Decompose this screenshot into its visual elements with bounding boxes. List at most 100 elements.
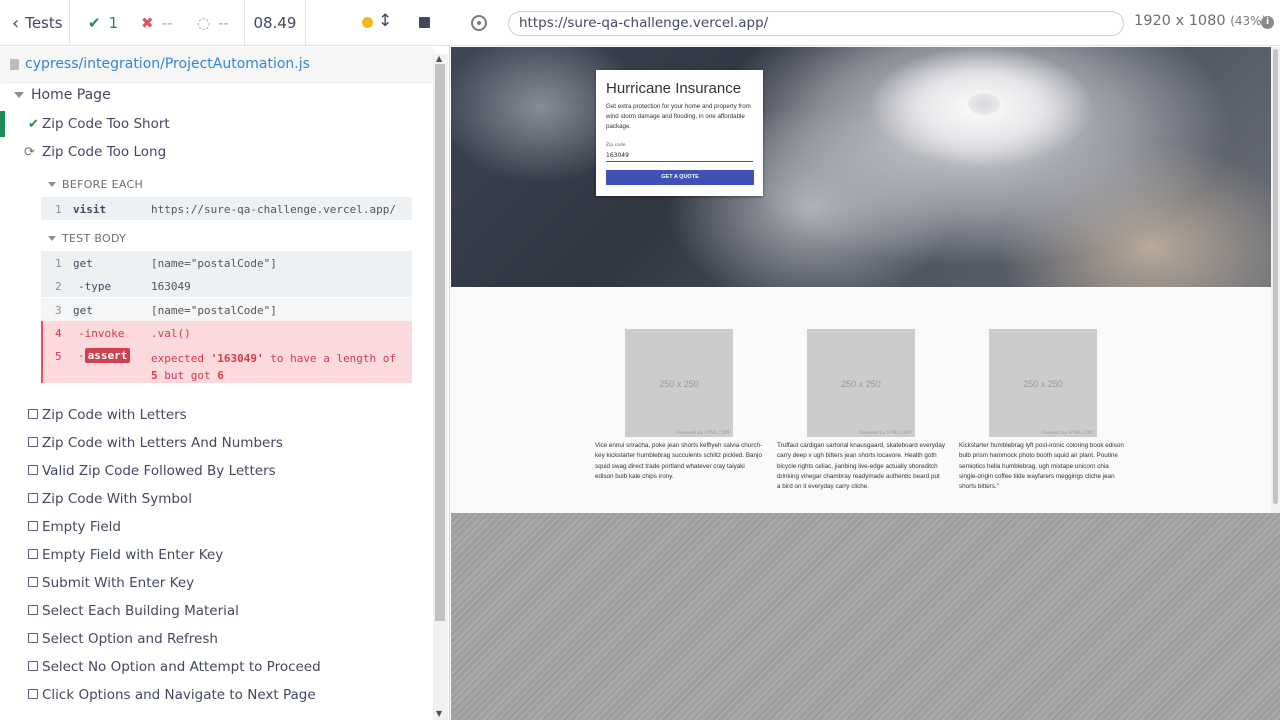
failed-count: -- bbox=[161, 14, 173, 32]
suite-title-label: Home Page bbox=[31, 87, 111, 103]
test-item[interactable]: Click Options and Navigate to Next Page bbox=[0, 682, 432, 708]
test-body-title[interactable]: TEST BODY bbox=[48, 232, 126, 245]
test-label: Valid Zip Code Followed By Letters bbox=[42, 463, 276, 479]
placeholder-image: 250 x 250 Powered by HTML.COM bbox=[807, 329, 915, 437]
zip-code-input[interactable]: 163049 bbox=[606, 150, 753, 162]
test-label: Click Options and Navigate to Next Page bbox=[42, 687, 316, 703]
assert-length: 5 bbox=[151, 369, 158, 382]
test-label: Zip Code With Symbol bbox=[42, 491, 192, 507]
command-row-failed[interactable]: 4 -invoke .val() bbox=[41, 321, 412, 344]
test-label: Select No Option and Attempt to Proceed bbox=[42, 659, 321, 675]
passed-count: 1 bbox=[108, 14, 119, 32]
test-item[interactable]: Select No Option and Attempt to Proceed bbox=[0, 654, 432, 680]
test-label: Zip Code with Letters bbox=[42, 407, 187, 423]
tests-label: Tests bbox=[25, 14, 63, 32]
caret-down-icon bbox=[48, 182, 56, 187]
test-label: Zip Code Too Long bbox=[42, 144, 167, 160]
image-credit: Powered by HTML.COM bbox=[858, 431, 911, 436]
placeholder-image: 250 x 250 Powered by HTML.COM bbox=[989, 329, 1097, 437]
checkbox-icon bbox=[28, 492, 38, 507]
test-item[interactable]: Zip Code With Symbol bbox=[0, 486, 432, 512]
command-number: 2 bbox=[55, 280, 62, 293]
viewport-size: 1920 x 1080 bbox=[1134, 13, 1226, 29]
spec-file-bar[interactable]: cypress/integration/ProjectAutomation.js bbox=[0, 47, 433, 81]
command-arg: [name="postalCode"] bbox=[151, 304, 277, 317]
test-item[interactable]: Empty Field bbox=[0, 514, 432, 540]
test-label: Empty Field bbox=[42, 519, 121, 535]
checkbox-icon bbox=[28, 436, 38, 451]
placeholder-image: 250 x 250 Powered by HTML.COM bbox=[625, 329, 733, 437]
aut-scrollbar-thumb[interactable] bbox=[1273, 49, 1278, 504]
assert-actual: 6 bbox=[217, 369, 224, 382]
url-bar[interactable]: https://sure-qa-challenge.vercel.app/ bbox=[508, 11, 1124, 36]
chevron-left-icon: ‹ bbox=[12, 12, 20, 34]
tests-button[interactable]: ‹ Tests bbox=[0, 0, 70, 46]
test-item[interactable]: Zip Code with Letters And Numbers bbox=[0, 430, 432, 456]
pending-count: -- bbox=[218, 14, 229, 32]
scroll-up-icon[interactable]: ▲ bbox=[436, 54, 442, 63]
command-arg: https://sure-qa-challenge.vercel.app/ bbox=[151, 203, 397, 216]
aut-scrollbar[interactable] bbox=[1271, 47, 1280, 513]
assert-dash: - bbox=[78, 349, 85, 362]
checkbox-icon bbox=[28, 604, 38, 619]
test-item[interactable]: Select Option and Refresh bbox=[0, 626, 432, 652]
aut-header: https://sure-qa-challenge.vercel.app/ 19… bbox=[451, 0, 1280, 46]
runnables-list: Home Page ✔ Zip Code Too Short ⟳ Zip Cod… bbox=[0, 82, 432, 720]
hero-description: Get extra protection for your home and p… bbox=[606, 103, 751, 130]
x-icon: ✖ bbox=[141, 14, 154, 32]
command-arg: [name="postalCode"] bbox=[151, 257, 277, 270]
command-method: -type bbox=[78, 280, 112, 293]
command-number: 1 bbox=[55, 257, 62, 270]
command-number: 1 bbox=[55, 203, 62, 216]
auto-scroll-icon[interactable]: ↕ bbox=[378, 11, 392, 31]
refresh-icon: ⟳ bbox=[24, 144, 35, 160]
spec-path[interactable]: cypress/integration/ProjectAutomation.js bbox=[25, 56, 310, 72]
checkbox-icon bbox=[28, 660, 38, 675]
test-label: Empty Field with Enter Key bbox=[42, 547, 224, 563]
assert-text: to have a length of bbox=[263, 352, 397, 365]
command-number: 3 bbox=[55, 304, 62, 317]
test-item[interactable]: Zip Code with Letters bbox=[0, 402, 432, 428]
assert-text: but got bbox=[157, 369, 218, 382]
command-row[interactable]: 3 get [name="postalCode"] bbox=[41, 298, 412, 321]
selector-playground-icon[interactable] bbox=[471, 15, 487, 31]
test-item[interactable]: ⟳ Zip Code Too Long bbox=[0, 139, 432, 165]
scroll-down-icon[interactable]: ▼ bbox=[436, 709, 442, 718]
test-item[interactable]: Select Each Building Material bbox=[0, 598, 432, 624]
feature-text: Truffaut cardigan sartorial knausgaard, … bbox=[777, 442, 946, 491]
get-quote-button[interactable]: GET A QUOTE bbox=[606, 170, 754, 185]
assert-error-row[interactable]: 5 - assert expected '163049' to have a le… bbox=[41, 344, 412, 383]
image-size-label: 250 x 250 bbox=[1023, 379, 1063, 389]
zip-label: Zip code bbox=[606, 143, 626, 148]
assert-expected: '163049' bbox=[210, 352, 264, 365]
command-arg: .val() bbox=[151, 327, 191, 340]
stop-button[interactable] bbox=[419, 17, 430, 28]
quote-card: Hurricane Insurance Get extra protection… bbox=[596, 70, 763, 196]
command-row[interactable]: 1 get [name="postalCode"] bbox=[41, 251, 412, 274]
command-row[interactable]: 1 visit https://sure-qa-challenge.vercel… bbox=[41, 197, 412, 220]
before-each-hook-title[interactable]: BEFORE EACH bbox=[48, 178, 143, 191]
image-size-label: 250 x 250 bbox=[841, 379, 881, 389]
reporter-scrollbar[interactable]: ▲ ▼ bbox=[433, 54, 448, 720]
checkbox-icon bbox=[28, 520, 38, 535]
command-method: -invoke bbox=[78, 327, 125, 340]
test-item[interactable]: ✔ Zip Code Too Short bbox=[0, 111, 432, 137]
hero-title: Hurricane Insurance bbox=[606, 80, 742, 97]
assert-text: expected bbox=[151, 352, 211, 365]
scrollbar-thumb[interactable] bbox=[435, 64, 445, 621]
hurricane-eye bbox=[968, 93, 1000, 115]
command-method: get bbox=[73, 304, 93, 317]
command-method: - assert bbox=[78, 348, 131, 363]
assert-badge: assert bbox=[84, 348, 131, 363]
aut-iframe: Hurricane Insurance Get extra protection… bbox=[451, 47, 1271, 513]
command-method: visit bbox=[73, 203, 107, 216]
test-item[interactable]: Empty Field with Enter Key bbox=[0, 542, 432, 568]
test-item[interactable]: Valid Zip Code Followed By Letters bbox=[0, 458, 432, 484]
suite-title[interactable]: Home Page bbox=[14, 87, 111, 103]
test-item[interactable]: Submit With Enter Key bbox=[0, 570, 432, 596]
stats-bar: ‹ Tests ✔ 1 ✖ -- ◌ -- 08.49 ↕ bbox=[0, 0, 450, 46]
file-icon bbox=[10, 58, 19, 70]
caret-down-icon bbox=[48, 236, 56, 241]
command-row[interactable]: 2 -type 163049 bbox=[41, 274, 412, 297]
info-icon[interactable]: i bbox=[1261, 16, 1274, 29]
